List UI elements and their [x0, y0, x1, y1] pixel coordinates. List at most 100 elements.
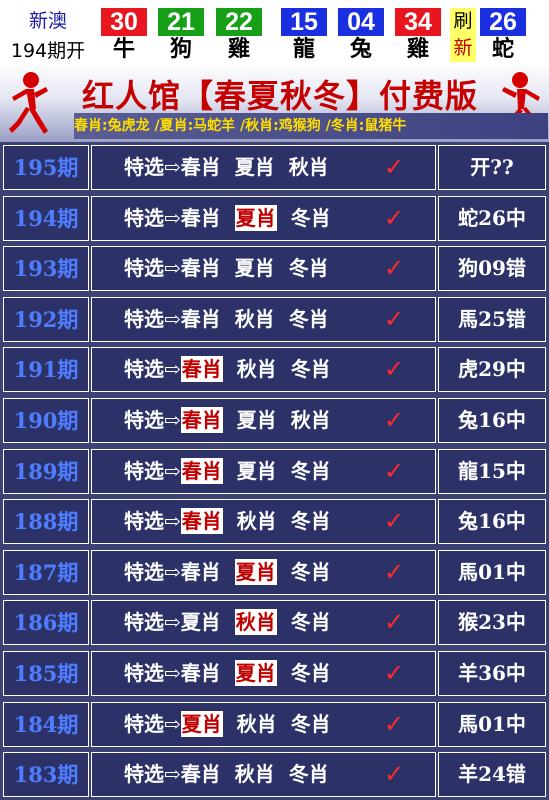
ball-zodiac: 狗 — [169, 36, 192, 62]
pick-season-hit: 秋肖 — [234, 609, 277, 636]
period-cell: 192期 — [3, 296, 89, 342]
refresh-label-top: 刷 — [453, 10, 473, 32]
number-ball: 30 牛 — [101, 2, 147, 62]
ball-zodiac: 牛 — [112, 36, 135, 62]
result-cell: 蛇26中 — [438, 195, 546, 241]
check-icon: ✓ — [384, 254, 405, 283]
pick-season: 冬肖 — [290, 661, 331, 685]
number-ball: 15 龍 — [281, 2, 327, 62]
ball-number: 22 — [216, 8, 262, 36]
check-icon: ✓ — [384, 709, 405, 738]
result-label: 馬01中 — [458, 559, 526, 584]
pick-prefix: 特选⇨ — [124, 306, 181, 331]
period-cell: 190期 — [3, 398, 89, 443]
pick-season: 冬肖 — [288, 256, 329, 281]
pick-cell: 特选⇨夏肖 秋肖 冬肖 ✓ — [91, 600, 436, 646]
period-label: 191期 — [13, 357, 79, 383]
result-label: 羊24错 — [458, 762, 526, 787]
pick-line: 特选⇨春肖 秋肖 冬肖 — [124, 348, 345, 391]
period-cell: 183期 — [3, 752, 89, 798]
special-zodiac: 蛇 — [491, 36, 514, 62]
pick-line: 特选⇨夏肖 秋肖 冬肖 — [124, 703, 345, 746]
pick-season-hit: 春肖 — [180, 407, 223, 433]
pick-cell: 特选⇨夏肖 秋肖 冬肖 ✓ — [91, 701, 436, 747]
table-row: 186期 特选⇨夏肖 秋肖 冬肖 ✓ 猴23中 — [0, 597, 549, 648]
result-cell: 兔16中 — [438, 499, 546, 545]
pick-season: 秋肖 — [290, 408, 331, 432]
refresh-button[interactable]: 刷 新 — [450, 8, 476, 62]
check-icon: ✓ — [384, 406, 405, 434]
pick-line: 特选⇨春肖 秋肖 冬肖 — [124, 753, 343, 796]
pick-prefix: 特选⇨ — [124, 458, 181, 483]
period-label: 186期 — [13, 610, 79, 636]
result-cell: 馬01中 — [438, 549, 546, 595]
period-label: 184期 — [13, 711, 79, 737]
table-row: 190期 特选⇨春肖 夏肖 秋肖 ✓ 兔16中 — [0, 395, 549, 446]
pick-season: 冬肖 — [290, 509, 331, 534]
pick-season: 夏肖 — [234, 155, 275, 179]
table-row: 189期 特选⇨春肖 夏肖 冬肖 ✓ 龍15中 — [0, 446, 549, 497]
pick-prefix: 特选⇨ — [124, 559, 181, 584]
pick-season-hit: 春肖 — [180, 356, 223, 383]
special-number-ball: 26 蛇 — [480, 2, 526, 62]
pick-line: 特选⇨春肖 夏肖 冬肖 — [124, 197, 345, 240]
check-icon: ✓ — [384, 507, 405, 536]
number-ball: 04 兔 — [338, 2, 384, 62]
pick-prefix: 特选⇨ — [124, 408, 181, 432]
pick-cell: 特选⇨春肖 秋肖 冬肖 ✓ — [91, 752, 436, 798]
period-cell: 186期 — [3, 600, 89, 646]
table-row: 188期 特选⇨春肖 秋肖 冬肖 ✓ 兔16中 — [0, 496, 549, 547]
result-cell: 虎29中 — [438, 347, 546, 393]
result-cell: 羊36中 — [438, 651, 546, 696]
pick-season: 冬肖 — [288, 762, 329, 787]
pick-prefix: 特选⇨ — [124, 762, 181, 787]
result-label: 羊36中 — [458, 661, 526, 685]
pick-season: 春肖 — [180, 559, 221, 584]
period-cell: 191期 — [3, 347, 89, 393]
check-icon: ✓ — [384, 203, 405, 232]
result-label: 开?? — [470, 155, 514, 179]
ball-zodiac: 兔 — [349, 36, 372, 62]
pick-season: 夏肖 — [236, 408, 277, 432]
result-cell: 开?? — [438, 145, 546, 190]
period-cell: 184期 — [3, 701, 89, 747]
period-label: 192期 — [13, 306, 79, 332]
result-cell: 兔16中 — [438, 398, 546, 443]
pick-prefix: 特选⇨ — [124, 205, 181, 230]
ball-number: 15 — [281, 8, 327, 36]
pick-season-hit: 春肖 — [180, 508, 223, 535]
brand-name: 新澳 — [28, 10, 67, 32]
period-cell: 195期 — [3, 145, 89, 190]
running-man-left-icon — [9, 72, 48, 134]
ball-zodiac: 龍 — [292, 36, 315, 62]
pick-season: 秋肖 — [234, 306, 275, 331]
pick-cell: 特选⇨春肖 夏肖 秋肖 ✓ — [91, 145, 436, 190]
check-icon: ✓ — [384, 153, 405, 181]
period-label: 190期 — [13, 408, 79, 433]
result-label: 蛇26中 — [458, 205, 526, 230]
pick-line: 特选⇨春肖 夏肖 冬肖 — [124, 551, 345, 594]
result-cell: 龍15中 — [438, 448, 546, 494]
pick-line: 特选⇨春肖 夏肖 冬肖 — [124, 247, 343, 290]
table-row: 184期 特选⇨夏肖 秋肖 冬肖 ✓ 馬01中 — [0, 699, 549, 750]
result-label: 兔16中 — [458, 408, 526, 432]
table-row: 191期 特选⇨春肖 秋肖 冬肖 ✓ 虎29中 — [0, 344, 549, 395]
period-cell: 194期 — [3, 195, 89, 241]
table-row: 192期 特选⇨春肖 秋肖 冬肖 ✓ 馬25错 — [0, 294, 549, 345]
result-label: 狗09错 — [458, 256, 526, 281]
pick-cell: 特选⇨春肖 夏肖 冬肖 ✓ — [91, 448, 436, 494]
pick-season: 秋肖 — [288, 155, 329, 179]
table-row: 194期 特选⇨春肖 夏肖 冬肖 ✓ 蛇26中 — [0, 193, 549, 244]
pick-season: 冬肖 — [290, 458, 331, 483]
pick-season-hit: 夏肖 — [234, 558, 277, 585]
pick-season: 冬肖 — [290, 610, 331, 635]
pick-season-hit: 夏肖 — [234, 204, 277, 231]
pick-cell: 特选⇨春肖 夏肖 冬肖 ✓ — [91, 195, 436, 241]
period-cell: 193期 — [3, 246, 89, 292]
ball-number: 30 — [101, 8, 147, 36]
result-label: 猴23中 — [458, 610, 526, 635]
ball-zodiac: 雞 — [227, 36, 250, 62]
pick-prefix: 特选⇨ — [124, 256, 181, 281]
pick-cell: 特选⇨春肖 秋肖 冬肖 ✓ — [91, 347, 436, 393]
pick-season: 冬肖 — [288, 306, 329, 331]
